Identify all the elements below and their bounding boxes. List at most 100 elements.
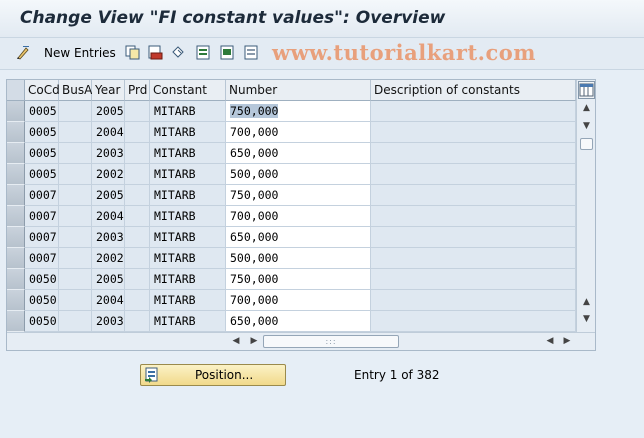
table-row: 0005 2005 MITARB 750,000: [7, 101, 576, 122]
select-all-icon[interactable]: [195, 44, 212, 61]
column-header-number[interactable]: Number: [226, 80, 371, 101]
cell-busa: [59, 290, 92, 311]
cell-number[interactable]: 700,000: [226, 122, 371, 143]
cell-description[interactable]: [371, 269, 576, 290]
column-header-year[interactable]: Year: [92, 80, 125, 101]
cell-number-value: 750,000: [230, 188, 279, 202]
cell-constant: MITARB: [150, 164, 226, 185]
cell-busa: [59, 143, 92, 164]
cell-number[interactable]: 750,000: [226, 101, 371, 122]
scroll-down-icon[interactable]: ▼: [577, 311, 596, 328]
cell-cocd: 0005: [25, 101, 59, 122]
cell-number[interactable]: 650,000: [226, 143, 371, 164]
scroll-right-icon[interactable]: ▶: [247, 333, 261, 350]
position-button-label: Position...: [195, 368, 254, 382]
scroll-up-fast-icon[interactable]: ▲: [577, 100, 596, 117]
cell-constant-value: MITARB: [154, 209, 196, 223]
table-row: 0050 2004 MITARB 700,000: [7, 290, 576, 311]
row-selector[interactable]: [7, 122, 25, 143]
cell-number[interactable]: 500,000: [226, 248, 371, 269]
cell-busa: [59, 248, 92, 269]
cell-number-value: 700,000: [230, 209, 279, 223]
cell-year-value: 2004: [96, 125, 124, 139]
deselect-all-icon[interactable]: [243, 44, 260, 61]
column-header-prd[interactable]: Prd: [125, 80, 150, 101]
cell-year-value: 2005: [96, 188, 124, 202]
cell-number-value: 700,000: [230, 293, 279, 307]
cell-description[interactable]: [371, 311, 576, 332]
cell-cocd-value: 0005: [29, 104, 57, 118]
cell-description[interactable]: [371, 164, 576, 185]
row-selector[interactable]: [7, 311, 25, 332]
cell-constant: MITARB: [150, 227, 226, 248]
cell-number-value: 750,000: [230, 104, 279, 118]
row-selector[interactable]: [7, 290, 25, 311]
select-all-rows-button[interactable]: [7, 80, 25, 101]
cell-number[interactable]: 750,000: [226, 185, 371, 206]
column-header-cocd[interactable]: CoCd: [25, 80, 60, 101]
cell-number[interactable]: 700,000: [226, 206, 371, 227]
row-selector[interactable]: [7, 227, 25, 248]
scroll-down-fast-icon[interactable]: ▲: [577, 294, 596, 311]
scroll-left-icon[interactable]: ◀: [229, 333, 243, 350]
scroll-up-icon[interactable]: ▼: [577, 118, 596, 135]
cell-year: 2002: [92, 164, 125, 185]
cell-constant-value: MITARB: [154, 230, 196, 244]
cell-busa: [59, 227, 92, 248]
position-button[interactable]: Position...: [140, 364, 286, 386]
scroll-left-end-icon[interactable]: ◀: [543, 333, 557, 350]
column-settings-icon[interactable]: [578, 81, 595, 99]
cell-number[interactable]: 750,000: [226, 269, 371, 290]
select-block-icon[interactable]: [219, 44, 236, 61]
row-selector[interactable]: [7, 248, 25, 269]
cell-cocd: 0050: [25, 269, 59, 290]
cell-prd: [125, 248, 150, 269]
row-selector[interactable]: [7, 206, 25, 227]
cell-number-value: 750,000: [230, 272, 279, 286]
cell-cocd-value: 0007: [29, 230, 57, 244]
horizontal-scrollbar[interactable]: ◀ ▶ ::: ◀ ▶: [7, 332, 595, 350]
cell-number[interactable]: 650,000: [226, 227, 371, 248]
column-header-constant[interactable]: Constant: [150, 80, 226, 101]
row-selector[interactable]: [7, 269, 25, 290]
cell-description[interactable]: [371, 101, 576, 122]
horizontal-scroll-thumb[interactable]: :::: [263, 335, 399, 348]
cell-description[interactable]: [371, 185, 576, 206]
column-header-busa[interactable]: BusA: [59, 80, 92, 101]
cell-cocd-value: 0005: [29, 125, 57, 139]
row-selector[interactable]: [7, 185, 25, 206]
vertical-scrollbar[interactable]: ▲ ▼ ▲ ▼: [576, 80, 595, 332]
cell-prd: [125, 269, 150, 290]
cell-busa: [59, 206, 92, 227]
cell-constant: MITARB: [150, 101, 226, 122]
cell-busa: [59, 164, 92, 185]
new-entries-button[interactable]: New Entries: [44, 46, 116, 60]
cell-number-value: 650,000: [230, 314, 279, 328]
cell-cocd: 0005: [25, 143, 59, 164]
row-selector[interactable]: [7, 101, 25, 122]
delete-icon[interactable]: [147, 44, 164, 61]
cell-description[interactable]: [371, 290, 576, 311]
cell-prd: [125, 101, 150, 122]
cell-number[interactable]: 700,000: [226, 290, 371, 311]
column-header-description[interactable]: Description of constants: [371, 80, 576, 101]
undo-icon[interactable]: [170, 44, 187, 61]
cell-busa: [59, 311, 92, 332]
cell-cocd: 0007: [25, 227, 59, 248]
vertical-scroll-thumb[interactable]: [580, 138, 593, 150]
cell-year: 2004: [92, 290, 125, 311]
scroll-right-end-icon[interactable]: ▶: [560, 333, 574, 350]
cell-description[interactable]: [371, 248, 576, 269]
row-selector[interactable]: [7, 143, 25, 164]
cell-number[interactable]: 650,000: [226, 311, 371, 332]
cell-number[interactable]: 500,000: [226, 164, 371, 185]
cell-description[interactable]: [371, 122, 576, 143]
cell-year: 2003: [92, 227, 125, 248]
display-change-icon[interactable]: [15, 44, 32, 61]
row-selector[interactable]: [7, 164, 25, 185]
cell-description[interactable]: [371, 206, 576, 227]
cell-description[interactable]: [371, 227, 576, 248]
table-row: 0007 2004 MITARB 700,000: [7, 206, 576, 227]
cell-description[interactable]: [371, 143, 576, 164]
copy-icon[interactable]: [124, 44, 141, 61]
